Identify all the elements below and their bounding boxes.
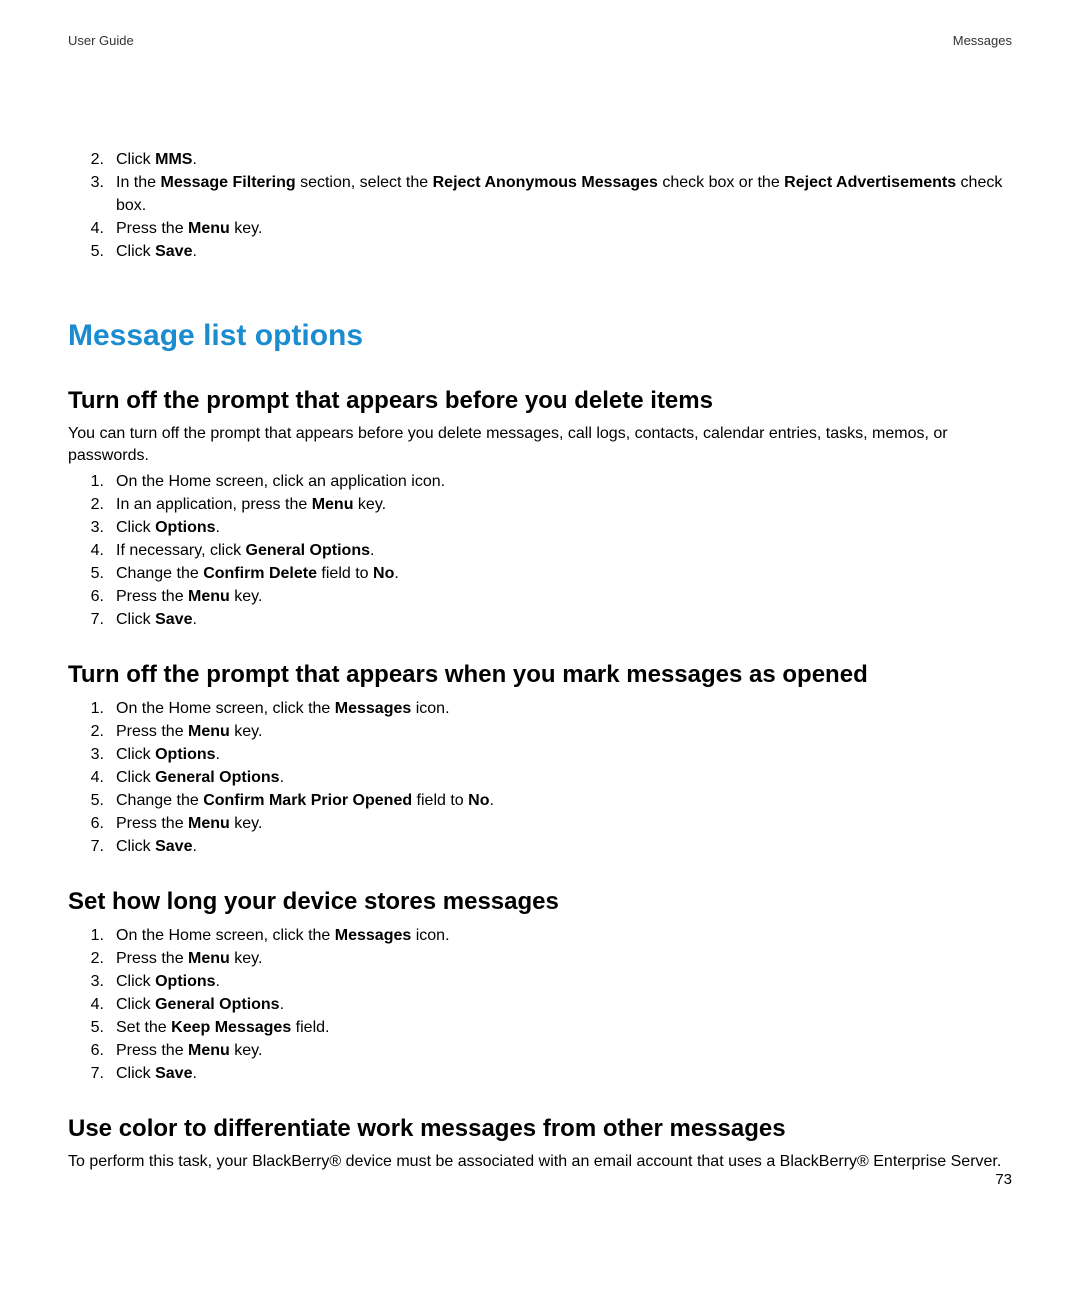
step-number: 1.: [78, 470, 116, 493]
step-text: On the Home screen, click the Messages i…: [116, 697, 1012, 720]
step-number: 2.: [78, 493, 116, 516]
doc-section: Turn off the prompt that appears when yo…: [68, 661, 1012, 858]
step-number: 5.: [78, 789, 116, 812]
step-number: 5.: [78, 562, 116, 585]
step-number: 4.: [78, 539, 116, 562]
step-number: 5.: [78, 240, 116, 263]
step-row: 5.Change the Confirm Delete field to No.: [78, 562, 1012, 585]
step-number: 3.: [78, 516, 116, 539]
step-text: Click Save.: [116, 240, 1012, 263]
step-text: Set the Keep Messages field.: [116, 1016, 1012, 1039]
step-row: 5.Change the Confirm Mark Prior Opened f…: [78, 789, 1012, 812]
step-number: 4.: [78, 217, 116, 240]
step-number: 2.: [78, 148, 116, 171]
step-text: Change the Confirm Delete field to No.: [116, 562, 1012, 585]
step-row: 4.Press the Menu key.: [78, 217, 1012, 240]
step-list: 1.On the Home screen, click the Messages…: [78, 697, 1012, 858]
step-text: If necessary, click General Options.: [116, 539, 1012, 562]
step-number: 3.: [78, 743, 116, 766]
step-number: 3.: [78, 171, 116, 194]
step-row: 3.Click Options.: [78, 743, 1012, 766]
step-row: 1.On the Home screen, click the Messages…: [78, 697, 1012, 720]
section-intro: To perform this task, your BlackBerry® d…: [68, 1151, 1012, 1173]
step-text: On the Home screen, click the Messages i…: [116, 924, 1012, 947]
step-text: Press the Menu key.: [116, 947, 1012, 970]
section-heading-h2: Turn off the prompt that appears when yo…: [68, 661, 1012, 689]
step-number: 6.: [78, 812, 116, 835]
step-number: 1.: [78, 697, 116, 720]
step-row: 2.In an application, press the Menu key.: [78, 493, 1012, 516]
doc-section: Turn off the prompt that appears before …: [68, 387, 1012, 631]
doc-section: Use color to differentiate work messages…: [68, 1115, 1012, 1173]
step-text: Click Options.: [116, 516, 1012, 539]
step-text: Press the Menu key.: [116, 585, 1012, 608]
section-intro: You can turn off the prompt that appears…: [68, 423, 1012, 467]
step-text: Click Save.: [116, 1062, 1012, 1085]
step-text: Press the Menu key.: [116, 217, 1012, 240]
step-row: 5.Set the Keep Messages field.: [78, 1016, 1012, 1039]
doc-section: Set how long your device stores messages…: [68, 888, 1012, 1085]
step-row: 1.On the Home screen, click the Messages…: [78, 924, 1012, 947]
step-text: Click MMS.: [116, 148, 1012, 171]
step-text: In the Message Filtering section, select…: [116, 171, 1012, 217]
step-text: Change the Confirm Mark Prior Opened fie…: [116, 789, 1012, 812]
step-row: 1.On the Home screen, click an applicati…: [78, 470, 1012, 493]
step-number: 7.: [78, 608, 116, 631]
step-number: 7.: [78, 835, 116, 858]
step-row: 2.Press the Menu key.: [78, 947, 1012, 970]
step-text: Click General Options.: [116, 993, 1012, 1016]
step-row: 6.Press the Menu key.: [78, 585, 1012, 608]
step-text: Click Options.: [116, 743, 1012, 766]
step-row: 4.Click General Options.: [78, 993, 1012, 1016]
step-number: 7.: [78, 1062, 116, 1085]
page: User Guide Messages 2.Click MMS.3.In the…: [0, 0, 1080, 1296]
step-row: 4.If necessary, click General Options.: [78, 539, 1012, 562]
step-text: Click General Options.: [116, 766, 1012, 789]
page-header: User Guide Messages: [68, 33, 1012, 48]
header-left: User Guide: [68, 33, 134, 48]
step-row: 2.Click MMS.: [78, 148, 1012, 171]
step-row: 3.Click Options.: [78, 516, 1012, 539]
section-heading-h2: Use color to differentiate work messages…: [68, 1115, 1012, 1143]
step-text: Click Options.: [116, 970, 1012, 993]
step-number: 1.: [78, 924, 116, 947]
step-row: 3.In the Message Filtering section, sele…: [78, 171, 1012, 217]
step-list: 1.On the Home screen, click the Messages…: [78, 924, 1012, 1085]
step-text: Press the Menu key.: [116, 1039, 1012, 1062]
step-number: 4.: [78, 766, 116, 789]
step-row: 6.Press the Menu key.: [78, 812, 1012, 835]
step-number: 6.: [78, 1039, 116, 1062]
step-text: Click Save.: [116, 608, 1012, 631]
header-right: Messages: [953, 33, 1012, 48]
step-text: On the Home screen, click an application…: [116, 470, 1012, 493]
step-row: 7.Click Save.: [78, 608, 1012, 631]
step-row: 7.Click Save.: [78, 835, 1012, 858]
step-number: 6.: [78, 585, 116, 608]
step-row: 4.Click General Options.: [78, 766, 1012, 789]
step-number: 2.: [78, 720, 116, 743]
step-text: In an application, press the Menu key.: [116, 493, 1012, 516]
step-number: 2.: [78, 947, 116, 970]
step-number: 3.: [78, 970, 116, 993]
step-row: 6.Press the Menu key.: [78, 1039, 1012, 1062]
step-number: 5.: [78, 1016, 116, 1039]
page-number: 73: [995, 1171, 1012, 1188]
step-row: 5.Click Save.: [78, 240, 1012, 263]
step-text: Press the Menu key.: [116, 720, 1012, 743]
step-row: 2.Press the Menu key.: [78, 720, 1012, 743]
section-heading-h2: Turn off the prompt that appears before …: [68, 387, 1012, 415]
step-number: 4.: [78, 993, 116, 1016]
step-row: 3.Click Options.: [78, 970, 1012, 993]
step-text: Click Save.: [116, 835, 1012, 858]
step-text: Press the Menu key.: [116, 812, 1012, 835]
section-heading-h2: Set how long your device stores messages: [68, 888, 1012, 916]
section-heading-h1: Message list options: [68, 319, 1012, 353]
step-list: 1.On the Home screen, click an applicati…: [78, 470, 1012, 631]
continued-step-list: 2.Click MMS.3.In the Message Filtering s…: [78, 148, 1012, 263]
step-row: 7.Click Save.: [78, 1062, 1012, 1085]
